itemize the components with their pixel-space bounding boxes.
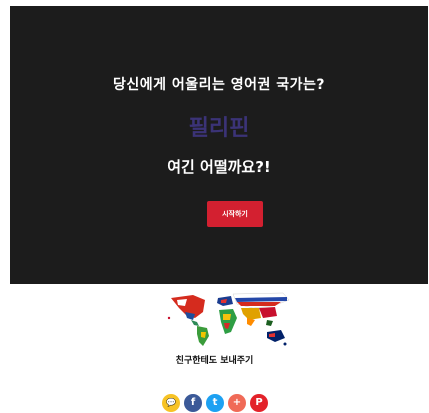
world-map-icon xyxy=(163,290,293,350)
facebook-icon: f xyxy=(190,397,196,408)
start-button[interactable]: 시작하기 xyxy=(207,201,263,227)
plus-icon: + xyxy=(232,397,242,408)
hero-tagline: 여긴 어떨까요?! xyxy=(167,158,271,176)
share-buttons: 💬 f t + P xyxy=(162,394,268,412)
share-title: 친구한테도 보내주기 xyxy=(175,356,254,366)
facebook-share-button[interactable]: f xyxy=(184,394,202,412)
result-country: 필리핀 xyxy=(188,116,250,141)
hero-banner: 당신에게 어울리는 영어권 국가는? 필리핀 여긴 어떨까요?! 시작하기 xyxy=(10,6,428,284)
kakaotalk-icon: 💬 xyxy=(166,398,176,407)
hero-question: 당신에게 어울리는 영어권 국가는? xyxy=(112,77,326,93)
kakaotalk-share-button[interactable]: 💬 xyxy=(162,394,180,412)
twitter-icon: t xyxy=(212,397,218,408)
more-share-button[interactable]: + xyxy=(228,394,246,412)
pinterest-share-button[interactable]: P xyxy=(250,394,268,412)
twitter-share-button[interactable]: t xyxy=(206,394,224,412)
pinterest-icon: P xyxy=(255,397,263,408)
